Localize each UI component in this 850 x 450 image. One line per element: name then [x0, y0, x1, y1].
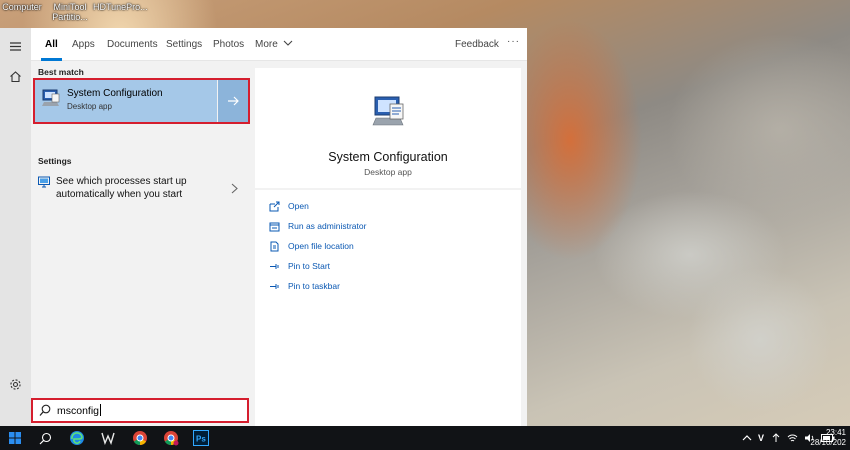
- chevron-down-icon: [283, 40, 292, 46]
- taskbar-wordpad[interactable]: [100, 429, 118, 447]
- best-match-title: System Configuration: [67, 88, 163, 99]
- pin-icon: [270, 263, 279, 269]
- home-button[interactable]: [0, 62, 31, 90]
- monitor-icon: [38, 176, 50, 191]
- preview-title: System Configuration: [328, 150, 448, 164]
- tab-documents[interactable]: Documents: [107, 39, 158, 50]
- tab-more[interactable]: More: [255, 39, 293, 50]
- chrome-profile-icon: [164, 431, 179, 446]
- start-rail: [0, 28, 31, 426]
- desktop-icon-minitool[interactable]: MiniTool Partitio...: [50, 2, 90, 22]
- taskbar-chrome[interactable]: [131, 429, 149, 447]
- system-configuration-icon: [41, 88, 61, 111]
- taskbar-photoshop[interactable]: Ps: [192, 429, 210, 447]
- file-location-icon: [270, 241, 279, 251]
- shield-icon: [269, 222, 280, 231]
- tab-apps[interactable]: Apps: [72, 39, 95, 50]
- system-configuration-large-icon: [371, 94, 407, 133]
- taskbar-edge[interactable]: [68, 429, 86, 447]
- detail-pane: System Configuration Desktop app Open Ru…: [253, 61, 527, 426]
- taskbar-chrome-profile[interactable]: [162, 429, 180, 447]
- taskbar: Ps V 23:41 28/10/202: [0, 426, 850, 450]
- wordpad-icon: [101, 432, 115, 445]
- app-preview-card: System Configuration Desktop app: [255, 68, 521, 188]
- best-match-result[interactable]: System Configuration Desktop app: [33, 78, 250, 124]
- action-run-as-admin[interactable]: Run as administrator: [269, 219, 366, 233]
- home-icon: [10, 70, 21, 82]
- windows-start-icon: [9, 432, 21, 444]
- clock-date: 28/10/202: [810, 438, 846, 447]
- best-match-heading: Best match: [38, 67, 84, 77]
- tab-settings[interactable]: Settings: [166, 39, 202, 50]
- network-icon[interactable]: [787, 433, 798, 443]
- hamburger-menu-button[interactable]: [0, 32, 31, 60]
- search-filter-tabs: All Apps Documents Settings Photos More …: [31, 28, 527, 61]
- action-pin-to-start[interactable]: Pin to Start: [269, 259, 330, 273]
- svg-text:Ps: Ps: [196, 435, 206, 444]
- app-actions-list: Open Run as administrator Open file loca…: [255, 190, 521, 426]
- feedback-link[interactable]: Feedback: [455, 39, 499, 50]
- tab-photos[interactable]: Photos: [213, 39, 244, 50]
- action-open[interactable]: Open: [269, 199, 309, 213]
- settings-result-label: See which processes start up automatical…: [56, 176, 187, 200]
- preview-subtitle: Desktop app: [364, 167, 412, 177]
- desktop-icon-computer[interactable]: Computer: [2, 2, 42, 12]
- tray-v-label[interactable]: V: [758, 433, 764, 443]
- pin-icon: [270, 283, 279, 289]
- search-input[interactable]: msconfig: [31, 398, 249, 423]
- gear-icon: [10, 378, 21, 390]
- desktop-icon-hdtune[interactable]: HDTunePro...: [93, 2, 148, 12]
- start-menu: All Apps Documents Settings Photos More …: [0, 28, 527, 426]
- edge-icon: [70, 431, 84, 445]
- settings-result-startup[interactable]: See which processes start up automatical…: [31, 170, 252, 210]
- taskbar-search-button[interactable]: [36, 429, 54, 447]
- expand-details-button[interactable]: [217, 80, 248, 122]
- arrow-right-icon: [228, 96, 239, 106]
- tab-all[interactable]: All: [45, 39, 58, 50]
- settings-heading: Settings: [38, 156, 72, 166]
- taskbar-clock[interactable]: 23:41 28/10/202: [810, 428, 846, 448]
- chevron-up-icon[interactable]: [742, 434, 752, 442]
- best-match-subtitle: Desktop app: [67, 102, 112, 111]
- usb-icon[interactable]: [771, 433, 781, 443]
- windows-start-button[interactable]: [6, 429, 24, 447]
- search-icon: [39, 404, 51, 420]
- chrome-icon: [133, 431, 147, 446]
- clock-time: 23:41: [825, 428, 846, 437]
- photoshop-icon: Ps: [193, 430, 209, 446]
- chevron-right-icon: [231, 183, 238, 197]
- text-caret: [100, 404, 102, 416]
- action-pin-to-taskbar[interactable]: Pin to taskbar: [269, 279, 340, 293]
- search-icon: [39, 432, 51, 444]
- more-options-button[interactable]: ···: [507, 36, 520, 47]
- search-query: msconfig: [57, 404, 102, 417]
- open-icon: [269, 201, 280, 211]
- action-open-file-location[interactable]: Open file location: [269, 239, 354, 253]
- results-pane: Best match System Configuration Desktop …: [31, 61, 252, 398]
- hamburger-icon: [10, 41, 21, 51]
- settings-button[interactable]: [0, 370, 31, 398]
